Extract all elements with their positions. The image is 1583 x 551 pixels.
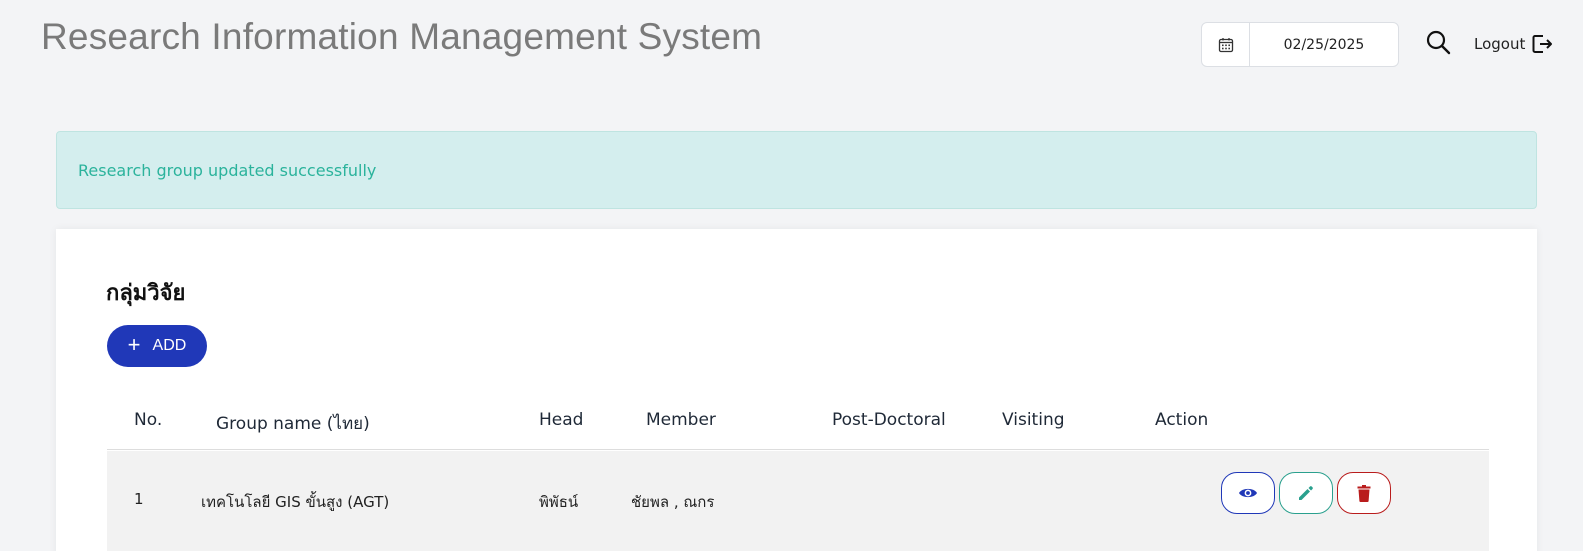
add-button[interactable]: + ADD bbox=[107, 325, 207, 367]
date-field[interactable]: 02/25/2025 bbox=[1250, 23, 1398, 66]
calendar-button[interactable] bbox=[1202, 23, 1250, 66]
trash-icon bbox=[1357, 484, 1371, 502]
column-header-group-name[interactable]: Group name (ไทย) bbox=[216, 410, 370, 437]
pencil-icon bbox=[1299, 486, 1313, 500]
eye-icon bbox=[1239, 488, 1257, 498]
column-header-post-doctoral[interactable]: Post-Doctoral bbox=[832, 410, 946, 430]
search-icon bbox=[1426, 30, 1451, 55]
cell-group-name: เทคโนโลยี GIS ขั้นสูง (AGT) bbox=[201, 493, 390, 511]
logout-button[interactable]: Logout bbox=[1474, 31, 1553, 57]
column-header-action: Action bbox=[1155, 410, 1209, 430]
add-label: ADD bbox=[152, 337, 187, 354]
view-button[interactable] bbox=[1221, 472, 1275, 514]
success-alert: Research group updated successfully bbox=[56, 131, 1537, 209]
delete-button[interactable] bbox=[1337, 472, 1391, 514]
logout-icon bbox=[1532, 35, 1553, 53]
column-header-no[interactable]: No. bbox=[134, 410, 162, 430]
date-picker[interactable]: 02/25/2025 bbox=[1201, 22, 1399, 67]
alert-message: Research group updated successfully bbox=[78, 160, 377, 180]
app-title: Research Information Management System bbox=[41, 16, 763, 57]
table-row: 1 เทคโนโลยี GIS ขั้นสูง (AGT) พิพัธน์ ชั… bbox=[107, 451, 1489, 551]
page-title: กลุ่มวิจัย bbox=[106, 281, 186, 306]
column-header-member[interactable]: Member bbox=[646, 410, 716, 430]
search-button[interactable] bbox=[1423, 27, 1453, 57]
cell-member: ชัยพล , ณกร bbox=[631, 493, 715, 511]
calendar-icon bbox=[1218, 37, 1233, 52]
logout-label: Logout bbox=[1474, 35, 1526, 53]
table-header: No. Group name (ไทย) Head Member Post-Do… bbox=[107, 394, 1489, 450]
cell-no: 1 bbox=[134, 490, 144, 508]
plus-icon: + bbox=[127, 332, 141, 357]
edit-button[interactable] bbox=[1279, 472, 1333, 514]
cell-head: พิพัธน์ bbox=[539, 493, 579, 511]
research-group-card: กลุ่มวิจัย + ADD No. Group name (ไทย) He… bbox=[56, 229, 1537, 551]
column-header-visiting[interactable]: Visiting bbox=[1002, 410, 1065, 430]
column-header-head[interactable]: Head bbox=[539, 410, 583, 430]
